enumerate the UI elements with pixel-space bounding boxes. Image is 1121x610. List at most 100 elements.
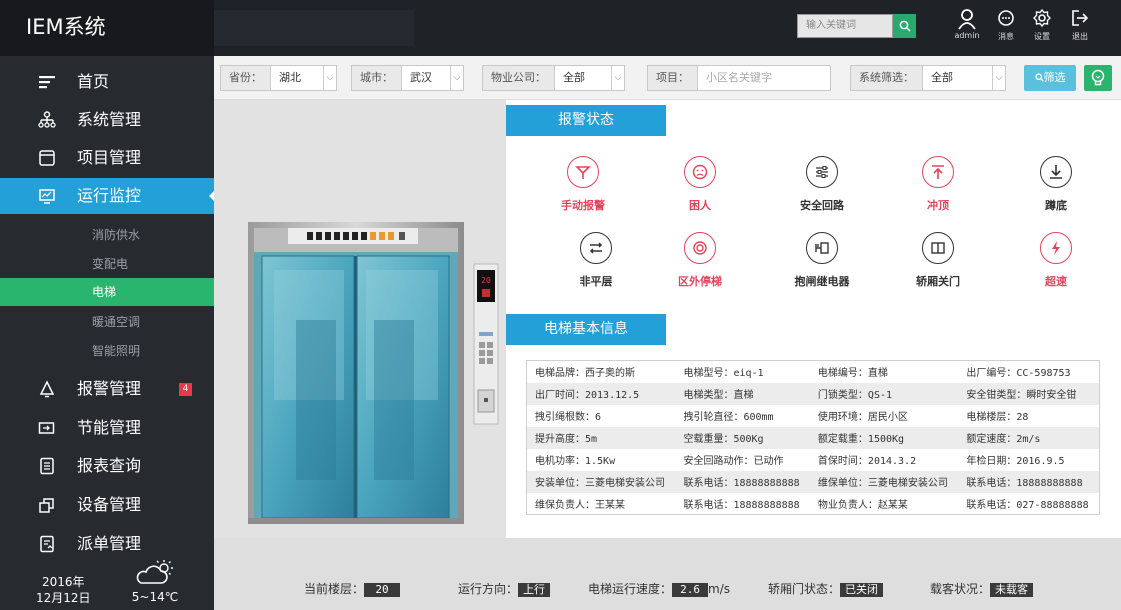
province-select[interactable]: 省份： 湖北 ⌵ xyxy=(220,65,337,91)
sidebar-item-label: 报警管理 xyxy=(77,379,142,398)
status-speed-label: 电梯运行速度： xyxy=(588,582,673,596)
sidebar-item-label: 报表查询 xyxy=(77,456,142,475)
sidebar-subitem-hvac[interactable]: 暖通空调 xyxy=(0,308,214,336)
sidebar-item-label: 设备管理 xyxy=(77,495,142,514)
monitor-icon xyxy=(39,189,55,204)
table-row: 电机功率：1.5Kw 安全回路动作：已动作 首保时间：2014.3.2 年检日期：20… xyxy=(527,449,1100,471)
sidebar-item-home[interactable]: 首页 xyxy=(0,64,214,100)
city-label: 城市： xyxy=(352,66,402,90)
sidebar-item-energy[interactable]: 节能管理 xyxy=(0,410,214,446)
search-input[interactable]: 输入关键词 xyxy=(797,14,893,38)
sidebar-item-alarm[interactable]: 报警管理 4 xyxy=(0,371,214,407)
status-floor-value: 20 xyxy=(364,583,401,597)
alarm-status-title: 报警状态 xyxy=(506,105,666,136)
status-door: 轿厢门状态： 已关闭 xyxy=(768,580,884,597)
table-cell: 额定速度：2m/s xyxy=(958,426,1100,449)
lightbulb-icon xyxy=(1091,69,1105,86)
sidebar-item-system[interactable]: 系统管理 xyxy=(0,102,214,138)
table-cell: 联系电话：18888888888 xyxy=(958,470,1100,493)
sidebar-item-device[interactable]: 设备管理 xyxy=(0,487,214,523)
chevron-down-icon: ⌵ xyxy=(992,66,1005,90)
battery-icon xyxy=(38,422,55,434)
search-button[interactable] xyxy=(893,14,916,38)
alarm-label: 困人 xyxy=(689,199,711,212)
sidebar-item-project[interactable]: 项目管理 xyxy=(0,140,214,176)
sidebar-item-monitor[interactable]: 运行监控 xyxy=(0,178,214,214)
dispatch-icon xyxy=(40,535,54,553)
status-load: 载客状况： 未载客 xyxy=(930,580,1034,597)
table-cell: 提升高度：5m xyxy=(526,426,676,449)
alarm-label: 蹲底 xyxy=(1045,199,1067,212)
alarm-label: 抱闸继电器 xyxy=(794,275,850,288)
table-cell: 年检日期：2016.9.5 xyxy=(966,456,1065,467)
top-overrun-icon xyxy=(922,156,954,188)
alarm-manual: 手动报警 xyxy=(538,156,628,213)
sidebar-subitem-power[interactable]: 变配电 xyxy=(0,250,214,278)
sidebar-subitem-label: 消防供水 xyxy=(92,228,141,242)
sidebar-subitem-fire-water[interactable]: 消防供水 xyxy=(0,221,214,249)
date-year: 2016年 xyxy=(42,575,85,589)
filter-button[interactable]: 筛选 xyxy=(1024,65,1076,91)
org-chart-icon xyxy=(38,111,56,128)
sidebar-item-label: 项目管理 xyxy=(77,148,142,167)
table-cell: 使用环境：居民小区 xyxy=(817,412,908,423)
alarm-uneven-floor: 非平层 xyxy=(551,232,641,289)
province-value: 湖北 xyxy=(279,71,301,84)
table-cell: 安全回路动作：已动作 xyxy=(683,456,784,467)
sidebar-item-label: 首页 xyxy=(77,72,110,91)
table-cell: 电梯楼层：28 xyxy=(966,412,1029,423)
table-cell: 空载重量：500Kg xyxy=(675,426,810,449)
sidebar-subitem-label: 变配电 xyxy=(92,257,129,271)
city-select[interactable]: 城市： 武汉 ⌵ xyxy=(351,65,464,91)
table-cell: 电机功率：1.5Kw xyxy=(535,456,616,467)
relay-icon xyxy=(806,232,838,264)
table-cell: 联系电话：18888888888 xyxy=(683,499,800,511)
user-icon xyxy=(958,9,976,30)
sidebar-item-dispatch[interactable]: 派单管理 xyxy=(0,526,214,562)
table-row: 电梯品牌：西子奥的斯 电梯型号：eiq-1 电梯编号：直梯 出厂编号：CC-59875… xyxy=(527,361,1100,383)
company-select[interactable]: 物业公司： 全部 ⌵ xyxy=(482,65,625,91)
detail-panel: 报警状态 手动报警 困人 安全回路 冲顶 蹲底 非平层 区外停梯 抱闸继电器 轿… xyxy=(506,100,1121,538)
app-title: IEM系统 xyxy=(0,0,214,56)
filter-button-label: 筛选 xyxy=(1043,71,1066,84)
tips-button[interactable] xyxy=(1084,65,1112,91)
message-label: 消息 xyxy=(998,32,1014,41)
settings-button[interactable]: 设置 xyxy=(1024,8,1060,42)
sidebar-subitem-label: 暖通空调 xyxy=(92,315,141,329)
message-button[interactable]: 消息 xyxy=(988,8,1024,42)
sidebar-item-label: 节能管理 xyxy=(77,418,142,437)
sidebar-subitem-lighting[interactable]: 智能照明 xyxy=(0,337,214,365)
logout-button[interactable]: 退出 xyxy=(1062,8,1098,42)
alarm-label: 非平层 xyxy=(579,275,613,288)
status-direction-label: 运行方向： xyxy=(458,582,519,596)
door-icon xyxy=(922,232,954,264)
status-speed-value: 2.6 xyxy=(672,583,709,597)
search-icon xyxy=(899,20,911,32)
bell-icon xyxy=(39,380,55,398)
system-select[interactable]: 系统筛选： 全部 ⌵ xyxy=(850,65,1006,91)
table-cell: 门锁类型：QS-1 xyxy=(809,382,959,405)
table-cell: 维保负责人：王某某 xyxy=(535,499,625,511)
sidebar-subitem-elevator[interactable]: 电梯 xyxy=(0,278,214,306)
search-icon xyxy=(1034,73,1044,82)
alarm-overspeed: 超速 xyxy=(1011,232,1101,289)
user-menu[interactable]: admin xyxy=(949,8,985,40)
system-value: 全部 xyxy=(931,71,953,84)
device-icon xyxy=(39,498,54,513)
topbar-decoration xyxy=(214,10,414,46)
status-direction: 运行方向： 上行 xyxy=(458,580,551,597)
alarm-label: 区外停梯 xyxy=(678,275,722,288)
table-cell: 电梯型号：eiq-1 xyxy=(683,368,764,380)
table-row: 出厂时间：2013.12.5 电梯类型：直梯 门锁类型：QS-1 安全钳类型：瞬时安全… xyxy=(526,382,1100,405)
status-bar: 当前楼层： 20 运行方向： 上行 电梯运行速度： 2.6 m/s 轿厢门状态： 已关闭 … xyxy=(214,538,1121,610)
manual-alarm-icon xyxy=(567,156,599,188)
alarm-label: 冲顶 xyxy=(927,199,949,212)
top-bar: IEM系统 输入关键词 admin 消息 设置 退出 xyxy=(0,0,1121,56)
system-label: 系统筛选： xyxy=(851,66,923,90)
table-cell: 维保单位：三菱电梯安装公司 xyxy=(809,470,959,493)
trapped-face-icon xyxy=(684,156,716,188)
company-value: 全部 xyxy=(563,71,585,84)
bottom-overrun-icon xyxy=(1040,156,1072,188)
sidebar-item-report[interactable]: 报表查询 xyxy=(0,448,214,484)
project-search-input[interactable]: 项目： 小区名关键字 xyxy=(647,65,831,91)
